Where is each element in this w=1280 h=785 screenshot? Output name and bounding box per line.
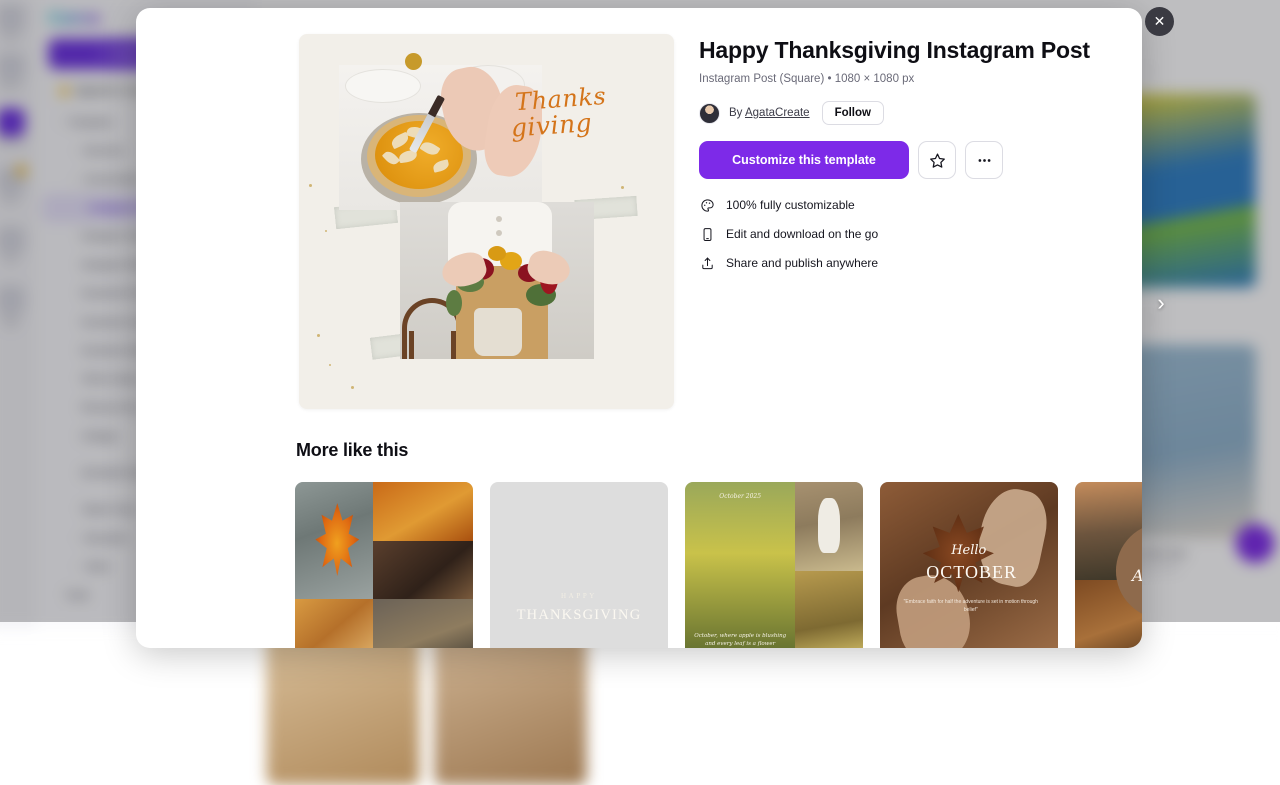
template-preview-modal: Thanks giving Happy Thanksg (136, 8, 1142, 648)
feature-row-mobile: Edit and download on the go (699, 226, 1099, 242)
thumb-cell (373, 482, 473, 541)
more-like-this-grid: HAPPY THANKSGIVING October 2025 October,… (295, 482, 1142, 648)
thumb-cell (295, 599, 373, 648)
button-dot (496, 230, 502, 236)
thumb-title-text: OCTOBER (926, 562, 1017, 583)
related-template-hello-october-post[interactable]: OCTOBER Hello "Embrace faith for half th… (880, 482, 1058, 648)
thumb-cell (373, 599, 473, 648)
thumb-top-text: HAPPY (490, 592, 668, 600)
speck (621, 186, 624, 189)
plate (345, 69, 421, 103)
feature-row-share: Share and publish anywhere (699, 255, 1099, 271)
palette-icon (699, 197, 715, 213)
thumb-main-text: THANKSGIVING (490, 607, 668, 624)
script-line-2: giving (510, 107, 638, 142)
speck (351, 386, 354, 389)
star-icon[interactable] (918, 141, 956, 179)
button-dot (496, 216, 502, 222)
author-link[interactable]: AgataCreate (745, 107, 810, 119)
thumb-cell (295, 482, 373, 599)
share-icon (699, 255, 715, 271)
template-meta: Instagram Post (Square) • 1080 × 1080 px (699, 73, 1099, 85)
mobile-icon (699, 226, 715, 242)
template-info-column: Happy Thanksgiving Instagram Post Instag… (699, 36, 1099, 284)
related-template-october-autumn-collage[interactable]: October 2025 October, where apple is blu… (685, 482, 863, 648)
follow-button[interactable]: Follow (822, 101, 884, 125)
feature-label: 100% fully customizable (726, 198, 855, 212)
cta-row: Customize this template (699, 141, 1099, 179)
thumb-cell (795, 571, 863, 648)
badge-script-text: Autumn (1132, 565, 1142, 584)
template-preview-image[interactable]: Thanks giving (299, 34, 674, 409)
feature-label: Edit and download on the go (726, 227, 878, 241)
thumb-cell (373, 541, 473, 600)
chevron-right-icon[interactable]: › (1148, 285, 1174, 321)
template-title: Happy Thanksgiving Instagram Post (699, 36, 1099, 64)
speck (317, 334, 320, 337)
by-prefix: By (729, 107, 742, 119)
related-template-happy-thanksgiving-dinner[interactable]: HAPPY THANKSGIVING (490, 482, 668, 648)
thumb-script-text: Hello (951, 543, 986, 558)
avatar (699, 103, 720, 124)
customize-template-button[interactable]: Customize this template (699, 141, 909, 179)
more-like-this-heading: More like this (296, 440, 408, 461)
thumb-caption-bottom: October, where apple is blushing and eve… (692, 633, 789, 648)
close-icon[interactable]: ✕ (1145, 7, 1174, 36)
related-template-hello-autumn-collage[interactable]: HELLO Autumn (1075, 482, 1142, 648)
thumb-caption-top: October 2025 (692, 493, 789, 501)
by-text: By AgataCreate (729, 107, 810, 119)
thanksgiving-script-text: Thanks giving (514, 82, 639, 170)
feature-row-customizable: 100% fully customizable (699, 197, 1099, 213)
speck (309, 184, 312, 187)
flowers-photo (400, 202, 594, 359)
feature-list: 100% fully customizable Edit and downloa… (699, 197, 1099, 271)
related-template-autumn-leaves-collage[interactable] (295, 482, 473, 648)
foliage (446, 290, 462, 316)
speck (329, 364, 331, 366)
thumb-cell: October 2025 October, where apple is blu… (685, 482, 795, 648)
feature-label: Share and publish anywhere (726, 256, 878, 270)
author-byline: By AgataCreate Follow (699, 101, 1099, 125)
gold-accent-dot (405, 53, 422, 70)
speck (325, 230, 327, 232)
maple-leaf-icon (315, 503, 359, 576)
flower (488, 246, 506, 261)
chair-leg (409, 331, 414, 359)
vase (474, 308, 522, 356)
thumb-cell (795, 482, 863, 571)
thumb-quote-text: "Embrace faith for half the adventure is… (898, 599, 1044, 614)
ellipsis-icon[interactable] (965, 141, 1003, 179)
